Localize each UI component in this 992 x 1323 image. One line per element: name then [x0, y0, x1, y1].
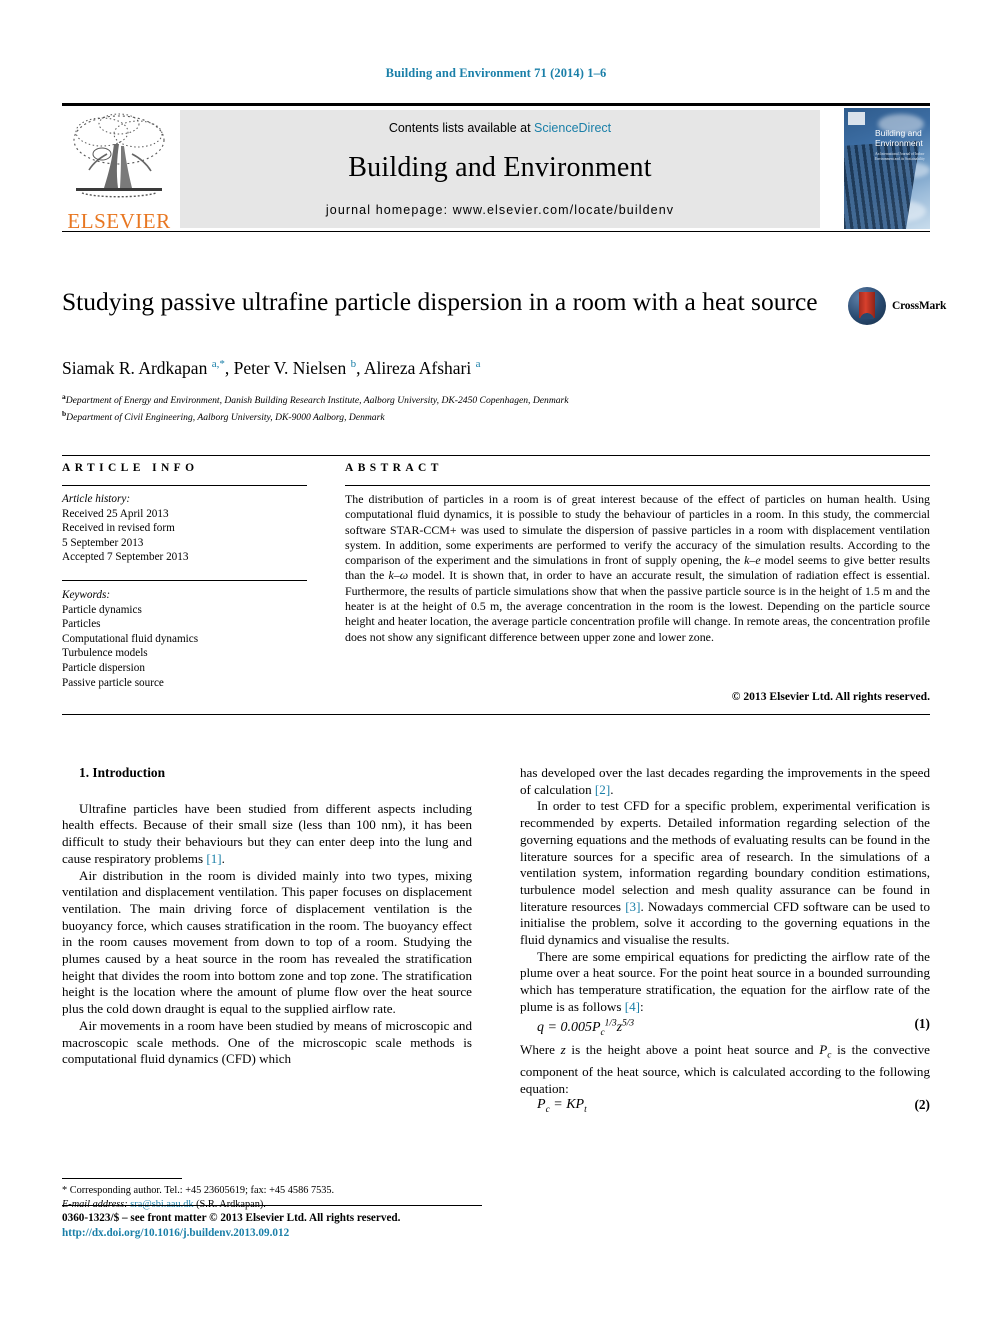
between-equations-text: Where z is the height above a point heat… — [520, 1041, 930, 1096]
citation-ref[interactable]: [4] — [625, 999, 640, 1014]
footnote-rule — [62, 1178, 182, 1179]
equation-1-body: q = 0.005Pc1/3z5/3 — [537, 1018, 635, 1038]
equation-1-number: (1) — [914, 1015, 930, 1031]
keywords-block: Keywords: Particle dynamics Particles Comp… — [62, 588, 312, 690]
contents-prefix: Contents lists available at — [388, 121, 531, 135]
keywords-top-rule — [62, 580, 307, 581]
abstract-rule — [345, 485, 930, 486]
article-history: Article history: Received 25 April 2013 R… — [62, 492, 312, 565]
body-paragraph: Ultrafine particles have been studied fr… — [62, 800, 472, 866]
info-rule — [62, 485, 307, 486]
body-paragraph: Air distribution in the room is divided … — [62, 867, 472, 1017]
footer-rule — [62, 1205, 482, 1206]
elsevier-logo: ELSEVIER — [62, 110, 176, 233]
cover-subtitle: An International Journal of Indoor Envir… — [875, 152, 925, 161]
abstract-text: The distribution of particles in a room … — [345, 492, 930, 645]
keyword-item: Turbulence models — [62, 647, 148, 660]
article-history-label: Article history: — [62, 493, 131, 505]
journal-cover-thumbnail: Building and Environment An Internationa… — [844, 108, 930, 229]
history-item: 5 September 2013 — [62, 536, 144, 549]
elsevier-tree-icon — [62, 110, 176, 206]
page-title: Studying passive ultrafine particle disp… — [62, 287, 818, 316]
journal-masthead: ELSEVIER Contents lists available at Sci… — [62, 103, 930, 233]
contents-available-line: Contents lists available at ScienceDirec… — [180, 110, 820, 135]
equation-2-body: Pc = KPt — [537, 1097, 587, 1116]
abstract-heading: ABSTRACT — [345, 462, 443, 474]
abstract-paragraph: The distribution of particles in a room … — [345, 492, 930, 644]
section-heading-introduction: 1. Introduction — [79, 765, 166, 780]
keywords-label: Keywords: — [62, 589, 111, 601]
crossmark-badge[interactable]: CrossMark — [848, 287, 946, 327]
history-item: Received 25 April 2013 — [62, 507, 169, 520]
doi-link[interactable]: http://dx.doi.org/10.1016/j.buildenv.201… — [62, 1226, 532, 1241]
body-paragraph: Air movements in a room have been studie… — [62, 1017, 472, 1067]
right-paragraph-2: In order to test CFD for a specific prob… — [520, 798, 930, 948]
keyword-item: Passive particle source — [62, 676, 164, 689]
history-item: Accepted 7 September 2013 — [62, 551, 189, 564]
cover-elsevier-mark — [848, 112, 865, 125]
equation-2: Pc = KPt (2) — [520, 1097, 930, 1119]
body-column-right: has developed over the last decades rega… — [520, 765, 930, 1119]
keywords-items: Particle dynamics Particles Computational … — [62, 603, 312, 691]
affiliation: bDepartment of Civil Engineering, Aalbor… — [62, 408, 385, 423]
citation-ref[interactable]: [2] — [595, 782, 610, 797]
masthead-center-panel: Contents lists available at ScienceDirec… — [180, 110, 820, 228]
author-list: Siamak R. Ardkapan a,*, Peter V. Nielsen… — [62, 358, 481, 378]
paper-page: Building and Environment 71 (2014) 1–6 E… — [0, 0, 992, 1323]
crossmark-icon — [848, 287, 886, 325]
affiliation-list: aDepartment of Energy and Environment, D… — [62, 391, 882, 424]
keyword-item: Computational fluid dynamics — [62, 632, 199, 645]
keyword-item: Particle dispersion — [62, 661, 145, 674]
citation-ref[interactable]: [3] — [625, 899, 640, 914]
running-head: Building and Environment 71 (2014) 1–6 — [385, 66, 607, 80]
journal-title: Building and Environment — [348, 152, 652, 183]
right-paragraph-continuation: has developed over the last decades rega… — [520, 765, 930, 797]
article-info-heading: ARTICLE INFO — [62, 462, 199, 474]
left-column-paragraphs: Ultrafine particles have been studied fr… — [62, 801, 472, 1068]
sciencedirect-link[interactable]: ScienceDirect — [534, 121, 611, 135]
affiliation: aDepartment of Energy and Environment, D… — [62, 392, 569, 407]
corresponding-author-line: * Corresponding author. Tel.: +45 236056… — [62, 1185, 335, 1196]
right-paragraph-3: There are some empirical equations for p… — [520, 948, 930, 1014]
footer-block: 0360-1323/$ – see front matter © 2013 El… — [62, 1211, 532, 1240]
info-top-rule — [62, 455, 930, 456]
corresponding-author-footnote: * Corresponding author. Tel.: +45 236056… — [62, 1184, 482, 1211]
citation-ref[interactable]: [1] — [206, 851, 221, 866]
cover-title: Building and Environment — [875, 128, 923, 148]
history-item: Received in revised form — [62, 522, 175, 535]
issn-line: 0360-1323/$ – see front matter © 2013 El… — [62, 1212, 401, 1224]
abstract-bottom-rule — [62, 714, 930, 715]
keyword-item: Particle dynamics — [62, 603, 142, 616]
equation-1: q = 0.005Pc1/3z5/3 (1) — [520, 1016, 930, 1042]
equation-2-number: (2) — [914, 1097, 930, 1113]
body-column-left: 1. Introduction Ultrafine particles have… — [62, 765, 472, 1068]
masthead-bottom-rule — [62, 231, 930, 232]
keyword-item: Particles — [62, 618, 101, 631]
journal-homepage-link[interactable]: journal homepage: www.elsevier.com/locat… — [180, 203, 820, 217]
crossmark-label: CrossMark — [892, 300, 947, 312]
article-history-items: Received 25 April 2013 Received in revise… — [62, 507, 312, 565]
abstract-copyright: © 2013 Elsevier Ltd. All rights reserved… — [731, 690, 930, 703]
